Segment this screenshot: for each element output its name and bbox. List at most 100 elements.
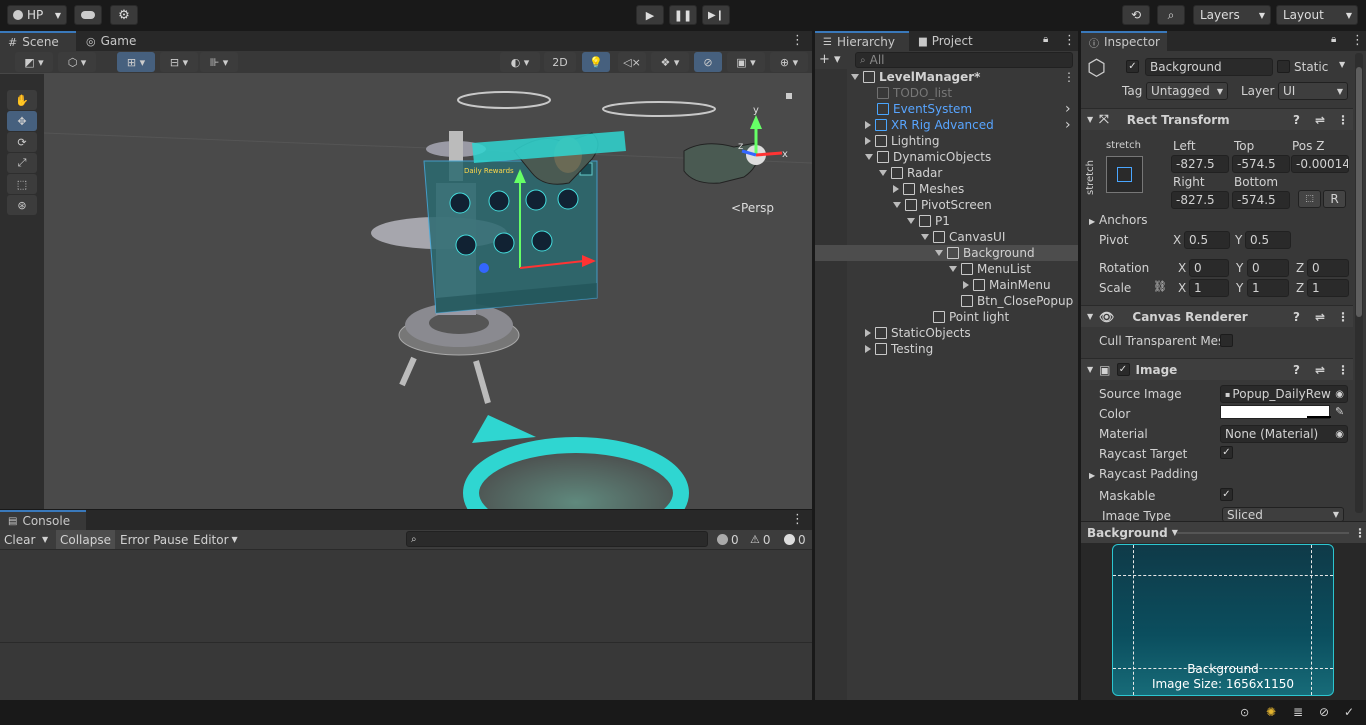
raycast-target-checkbox[interactable]: ✓ xyxy=(1220,446,1233,459)
shading-dropdown[interactable]: ◐ ▾ xyxy=(500,52,540,72)
chevron-right-icon[interactable] xyxy=(963,281,969,289)
hierarchy-item[interactable]: LevelManager* ⋮ xyxy=(815,69,1078,85)
cloud-button[interactable] xyxy=(74,5,102,25)
rotate-tool[interactable]: ⟳ xyxy=(7,132,37,152)
pause-button[interactable]: ❚❚ xyxy=(669,5,697,25)
left-input[interactable]: -827.5 xyxy=(1171,155,1229,173)
hierarchy-item[interactable]: P1 xyxy=(815,213,1078,229)
hierarchy-item[interactable]: Meshes xyxy=(815,181,1078,197)
chevron-right-icon[interactable] xyxy=(893,185,899,193)
hierarchy-search-input[interactable]: ⌕ All xyxy=(855,52,1073,68)
hierarchy-item[interactable]: Background xyxy=(815,245,1078,261)
warning-count-toggle[interactable]: ⚠ 0 xyxy=(746,530,775,549)
anchor-presets-button[interactable] xyxy=(1106,156,1143,193)
step-button[interactable]: ▶❙ xyxy=(702,5,730,25)
hierarchy-item[interactable]: TODO_list xyxy=(815,85,1078,101)
scale-x-input[interactable]: 1 xyxy=(1189,279,1229,297)
hand-tool[interactable]: ✋ xyxy=(7,90,37,110)
static-checkbox[interactable] xyxy=(1277,60,1290,73)
hierarchy-item[interactable]: CanvasUI xyxy=(815,229,1078,245)
more-icon[interactable]: ⋮ xyxy=(1337,310,1349,324)
tab-inspector[interactable]: ⓘ Inspector xyxy=(1081,31,1167,51)
rect-tool[interactable]: ⬚ xyxy=(7,174,37,194)
layer-dropdown[interactable]: UI ▼ xyxy=(1278,82,1348,100)
active-checkbox[interactable]: ✓ xyxy=(1126,60,1139,73)
hierarchy-item[interactable]: Radar xyxy=(815,165,1078,181)
toggle-2d-button[interactable]: 2D xyxy=(544,52,576,72)
lighting-bake-icon[interactable]: ✺ xyxy=(1266,705,1276,719)
hierarchy-item[interactable]: MenuList xyxy=(815,261,1078,277)
gizmos-dropdown[interactable]: ⊕ ▾ xyxy=(770,52,808,72)
color-swatch[interactable] xyxy=(1220,405,1331,419)
rect-transform-header[interactable]: ▼ ⤧ Rect Transform ? ⇌ ⋮ xyxy=(1081,108,1353,130)
lock-icon[interactable] xyxy=(786,93,792,99)
hierarchy-item[interactable]: StaticObjects xyxy=(815,325,1078,341)
object-mode-dropdown[interactable]: ⬡ ▾ xyxy=(58,52,96,72)
more-icon[interactable]: ⋮ xyxy=(1063,70,1075,84)
more-icon[interactable]: ⋮ xyxy=(1354,526,1366,540)
right-input[interactable]: -827.5 xyxy=(1171,191,1229,209)
audio-toggle[interactable]: ◁× xyxy=(618,52,646,72)
hierarchy-item[interactable]: XR Rig Advanced › xyxy=(815,117,1078,133)
posz-input[interactable]: -0.00014 xyxy=(1291,155,1349,173)
info-count-toggle[interactable]: 0 xyxy=(713,530,743,549)
image-header[interactable]: ▼ ▣ ✓ Image ? ⇌ ⋮ xyxy=(1081,358,1353,380)
network-icon[interactable]: ⊙ xyxy=(1240,706,1249,719)
account-dropdown[interactable]: HP ▼ xyxy=(7,5,67,25)
tab-project[interactable]: ▆ Project xyxy=(911,31,991,51)
layers-dropdown[interactable]: Layers ▼ xyxy=(1193,5,1271,25)
ruler-dropdown[interactable]: ⊪ ▾ xyxy=(200,52,238,72)
chevron-down-icon[interactable] xyxy=(851,74,859,80)
chevron-right-icon[interactable]: › xyxy=(1065,117,1071,133)
chevron-right-icon[interactable]: › xyxy=(1065,101,1071,117)
console-search-input[interactable]: ⌕ xyxy=(406,531,708,547)
chevron-right-icon[interactable] xyxy=(865,329,871,337)
static-dropdown-icon[interactable]: ▼ xyxy=(1339,60,1345,69)
preview-header[interactable]: Background ▼ ⋮ xyxy=(1081,521,1366,543)
tab-console[interactable]: ▤ Console xyxy=(0,510,86,530)
inspector-scrollbar[interactable] xyxy=(1355,53,1363,513)
camera-dropdown[interactable]: ▣ ▾ xyxy=(727,52,765,72)
material-field[interactable]: None (Material) ◉ xyxy=(1220,425,1348,443)
scrollbar-thumb[interactable] xyxy=(1356,67,1362,317)
lock-icon[interactable]: 🔒︎ xyxy=(1331,34,1336,45)
more-icon[interactable]: ⋮ xyxy=(1337,363,1349,377)
more-icon[interactable]: ⋮ xyxy=(791,512,804,527)
object-picker-icon[interactable]: ◉ xyxy=(1335,429,1344,440)
pivot-x-input[interactable]: 0.5 xyxy=(1184,231,1230,249)
undo-history-button[interactable]: ⟲ xyxy=(1122,5,1150,25)
check-icon[interactable]: ✓ xyxy=(1344,705,1354,719)
rotation-z-input[interactable]: 0 xyxy=(1307,259,1349,277)
editor-dropdown[interactable]: Editor ▼ xyxy=(189,530,242,549)
chevron-down-icon[interactable] xyxy=(893,202,901,208)
scale-y-input[interactable]: 1 xyxy=(1247,279,1289,297)
raw-edit-button[interactable]: R xyxy=(1323,190,1346,208)
collab-button[interactable]: ⚙ xyxy=(110,5,138,25)
image-enabled-checkbox[interactable]: ✓ xyxy=(1116,363,1130,376)
chevron-right-icon[interactable] xyxy=(865,121,871,129)
transform-tool[interactable]: ⊛ xyxy=(7,195,37,215)
grid-snap-dropdown[interactable]: ⊞ ▾ xyxy=(117,52,155,72)
chevron-right-icon[interactable] xyxy=(865,345,871,353)
draw-mode-dropdown[interactable]: ◩ ▾ xyxy=(15,52,53,72)
rotation-x-input[interactable]: 0 xyxy=(1189,259,1229,277)
increment-snap-dropdown[interactable]: ⊟ ▾ xyxy=(160,52,198,72)
cull-transparent-checkbox[interactable] xyxy=(1220,334,1233,347)
error-count-toggle[interactable]: 0 xyxy=(780,530,810,549)
tab-scene[interactable]: # Scene xyxy=(0,31,76,51)
more-icon[interactable]: ⋮ xyxy=(1063,33,1076,48)
blueprint-mode-button[interactable]: ⬚ xyxy=(1298,190,1321,208)
hierarchy-item[interactable]: Lighting xyxy=(815,133,1078,149)
search-button[interactable]: ⌕ xyxy=(1157,5,1185,25)
more-icon[interactable]: ⋮ xyxy=(791,33,804,48)
layout-dropdown[interactable]: Layout ▼ xyxy=(1276,5,1358,25)
hierarchy-item[interactable]: PivotScreen xyxy=(815,197,1078,213)
object-picker-icon[interactable]: ◉ xyxy=(1335,389,1344,400)
collapse-toggle[interactable]: Collapse xyxy=(56,530,115,549)
effects-dropdown[interactable]: ❖ ▾ xyxy=(651,52,689,72)
lighting-toggle[interactable]: 💡 xyxy=(582,52,610,72)
error-pause-toggle[interactable]: Error Pause xyxy=(116,530,192,549)
top-input[interactable]: -574.5 xyxy=(1232,155,1290,173)
chevron-down-icon[interactable] xyxy=(935,250,943,256)
scale-z-input[interactable]: 1 xyxy=(1307,279,1349,297)
